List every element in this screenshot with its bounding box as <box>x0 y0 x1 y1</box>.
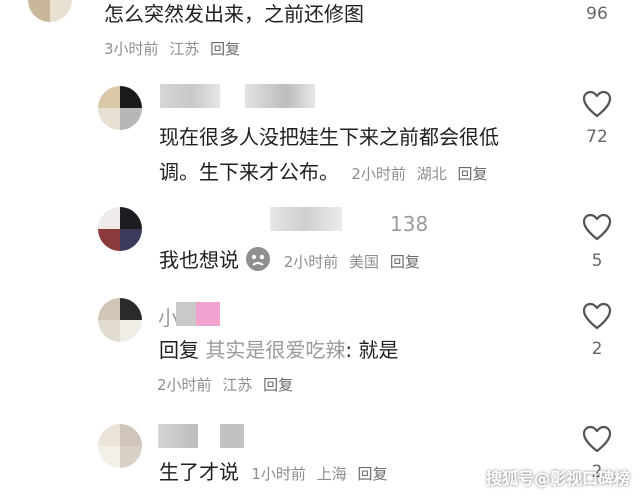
comment-text: 调。生下来才公布。 2小时前 湖北 回复 <box>159 155 494 191</box>
like-count: 72 <box>586 127 608 147</box>
comment-meta: 2小时前 江苏 回复 <box>151 368 299 400</box>
username-blurred <box>220 424 244 448</box>
avatar[interactable] <box>98 298 142 342</box>
reply-prefix: 回复 <box>159 338 199 362</box>
comment-time: 2小时前 <box>351 165 406 183</box>
reply-button[interactable]: 回复 <box>357 465 387 483</box>
quoted-user[interactable]: 其实是很爱吃辣 <box>205 338 345 362</box>
avatar[interactable] <box>28 0 72 22</box>
reply-button[interactable]: 回复 <box>210 40 240 58</box>
comment-text: 怎么突然发出来，之前还修图 <box>104 2 364 26</box>
heart-icon[interactable] <box>582 302 612 330</box>
heart-icon[interactable] <box>582 213 612 241</box>
comment-text: 回复 其实是很爱吃辣: 就是 <box>159 333 398 367</box>
comment-body: 我也想说 <box>159 248 239 272</box>
username-blurred <box>196 302 220 326</box>
like-count: 96 <box>586 4 608 24</box>
reply-button[interactable]: 回复 <box>263 376 293 394</box>
comment-text: 现在很多人没把娃生下来之前都会很低 <box>159 125 499 149</box>
avatar[interactable] <box>98 207 142 251</box>
username-blurred[interactable] <box>158 424 198 448</box>
comment-text-line2: 调。生下来才公布。 <box>159 160 339 184</box>
comment-time: 2小时前 <box>157 376 212 394</box>
comment-time: 2小时前 <box>283 253 339 271</box>
comment-time: 1小时前 <box>251 465 306 483</box>
avatar[interactable] <box>98 86 142 130</box>
comment-meta: 3小时前 江苏 回复 <box>98 32 246 64</box>
like-count: 2 <box>591 339 603 359</box>
comment-text: 生了才说 1小时前 上海 回复 <box>159 455 394 491</box>
username-blurred[interactable] <box>160 84 220 108</box>
avatar[interactable] <box>98 424 142 468</box>
heart-icon[interactable] <box>582 425 612 453</box>
watermark: 搜狐号@影视口碑榜 <box>485 469 630 488</box>
comment-location: 上海 <box>316 465 347 483</box>
username-blurred <box>176 302 196 326</box>
comment-text: 我也想说 2小时前 美国 回复 <box>159 243 426 279</box>
username-blurred[interactable] <box>270 207 342 231</box>
comment-body: : 就是 <box>345 338 399 362</box>
comment-body: 生了才说 <box>159 460 239 484</box>
like-count: 5 <box>591 251 603 271</box>
username-fragment[interactable]: 小 <box>158 302 178 331</box>
heart-icon[interactable] <box>582 90 612 118</box>
comment-location: 江苏 <box>222 376 253 394</box>
reply-button[interactable]: 回复 <box>390 253 420 271</box>
comment-location: 湖北 <box>416 165 447 183</box>
sad-face-emoji <box>246 247 271 271</box>
reply-button[interactable]: 回复 <box>457 165 487 183</box>
comment-location: 美国 <box>349 253 380 271</box>
username-fragment: 138 <box>390 212 429 236</box>
comment-time: 3小时前 <box>104 40 159 58</box>
comment-location: 江苏 <box>169 40 200 58</box>
username-blurred <box>245 84 315 108</box>
